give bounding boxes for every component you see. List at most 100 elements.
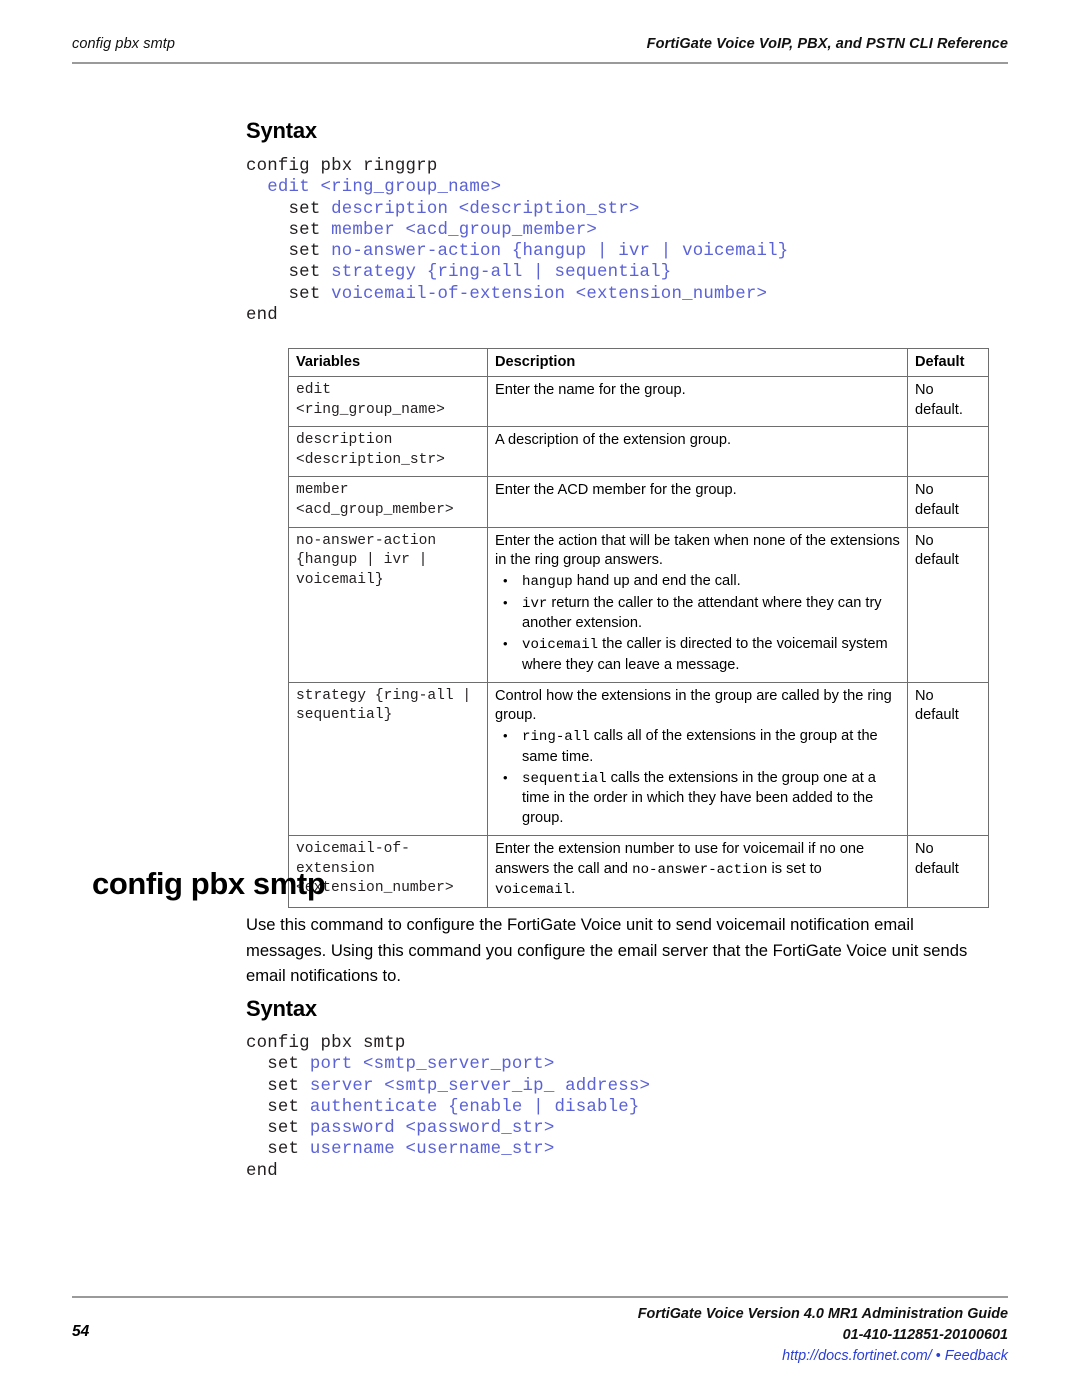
cell-variable: edit <ring_group_name> [288,375,488,428]
code-text: set [246,284,332,304]
table-row: member <acd_group_member> Enter the ACD me… [288,476,989,528]
table-row: description <description_str> A descriptio… [288,426,989,478]
footer-doc-id: 01-410-112851-20100601 [842,1327,1008,1343]
description-text: is set to [767,860,822,877]
code-line: set strategy {ring-all | sequential} [246,262,788,283]
table-row: edit <ring_group_name> Enter the name for … [288,375,989,428]
page-number: 54 [72,1323,90,1340]
description-text: . [571,881,576,898]
cell-default: No default [907,526,989,683]
description-text: Control how the extensions in the group … [495,687,892,724]
code-text: set [246,1055,310,1075]
code-text: set [246,1097,310,1117]
code-keyword: voicemail-of-extension <extension_number… [331,284,768,304]
code-keyword: server <smtp_server_ip_ address> [309,1076,651,1096]
cell-default: No default [907,681,989,836]
cell-description: Enter the extension number to use for vo… [487,834,908,908]
page-footer: 54 FortiGate Voice Version 4.0 MR1 Admin… [72,1304,1008,1367]
code-keyword: member <acd_group_member> [331,220,597,240]
cell-variable: no-answer-action {hangup | ivr | voicemail… [288,526,488,683]
running-header-right: FortiGate Voice VoIP, PBX, and PSTN CLI … [646,36,1008,52]
code-line: set port <smtp_server_port> [246,1054,650,1075]
code-line: set description <description_str> [246,199,788,220]
code-text: set [246,1076,310,1096]
footer-divider [72,1296,1008,1298]
footer-docs-link[interactable]: http://docs.fortinet.com/ [782,1348,932,1364]
variables-table: Variables Description Default edit <ring_… [288,348,989,908]
column-header-default: Default [907,348,989,377]
cell-description: Enter the action that will be taken when… [487,526,908,683]
footer-feedback-link[interactable]: Feedback [945,1348,1008,1364]
code-line: set authenticate {enable | disable} [246,1097,650,1118]
cell-variable: member <acd_group_member> [288,476,488,528]
code-line: end [246,305,788,326]
table-row: no-answer-action {hangup | ivr | voicemail… [288,526,989,683]
code-keyword: edit <ring_group_name> [267,178,502,198]
code-line: config pbx smtp [246,1033,650,1054]
code-line: end [246,1161,650,1182]
code-keyword: password <password_str> [309,1119,555,1139]
code-text: set [246,1140,310,1160]
description-text: A description of the extension group. [495,432,732,449]
footer-guide-title: FortiGate Voice Version 4.0 MR1 Administ… [637,1306,1008,1322]
header-divider [72,62,1008,64]
description-text: Enter the ACD member for the group. [495,482,737,499]
cell-description: Enter the name for the group. [487,375,908,428]
cell-default: No default [907,476,989,528]
cell-default [907,426,989,478]
cell-description: Enter the ACD member for the group. [487,476,908,528]
description-text: Enter the name for the group. [495,382,686,398]
running-header: config pbx smtp FortiGate Voice VoIP, PB… [72,36,1008,62]
code-line: set server <smtp_server_ip_ address> [246,1076,650,1097]
intro-paragraph: Use this command to configure the FortiG… [246,915,968,985]
code-text: set [246,263,332,283]
code-keyword: authenticate {enable | disable} [309,1097,640,1117]
code-keyword: strategy {ring-all | sequential} [331,263,672,283]
column-header-variables: Variables [288,348,488,377]
code-text: config pbx smtp [246,1034,406,1053]
code-text: set [246,1119,310,1139]
code-block-smtp: config pbx smtp set port <smtp_server_po… [246,1033,650,1182]
table-row: voicemail-of-extension <extension_number>… [288,834,989,908]
code-text: set [246,242,332,262]
running-header-left: config pbx smtp [72,36,176,52]
inline-code: hangup [522,573,573,590]
code-line: edit <ring_group_name> [246,177,788,198]
code-keyword: no-answer-action {hangup | ivr | voicema… [331,242,789,262]
code-line: config pbx ringgrp [246,156,788,177]
code-text: set [246,220,332,240]
table-header-row: Variables Description Default [288,348,989,377]
code-line: set no-answer-action {hangup | ivr | voi… [246,241,789,262]
inline-code: sequential [522,770,607,787]
inline-code: no-answer-action [632,861,768,878]
code-text: end [246,306,278,326]
bullet-item: hangup hand up and end the call. [495,571,900,593]
inline-code: ivr [522,595,548,612]
description-bullet-list: ring-all calls all of the extensions in … [495,726,900,829]
cell-variable: description <description_str> [288,426,488,478]
code-keyword: username <username_str> [309,1140,555,1160]
code-line: set username <username_str> [246,1139,650,1160]
code-text: end [246,1161,278,1181]
code-keyword: port <smtp_server_port> [309,1055,555,1075]
bullet-item: voicemail the caller is directed to the … [495,634,900,676]
code-text: config pbx ringgrp [246,157,438,176]
footer-separator: • [931,1348,945,1364]
inline-code: ring-all [522,728,590,745]
cell-description: A description of the extension group. [487,426,908,478]
bullet-item: ivr return the caller to the attendant w… [495,593,900,635]
inline-code: voicemail [495,882,572,899]
description-bullet-list: hangup hand up and end the call.ivr retu… [495,571,900,676]
bullet-text: return the caller to the attendant where… [522,594,882,632]
code-block-ringgrp: config pbx ringgrp edit <ring_group_name… [246,156,788,326]
code-line: set password <password_str> [246,1118,650,1139]
cell-variable: strategy {ring-all | sequential} [288,681,488,836]
code-text: set [246,199,332,219]
bullet-item: ring-all calls all of the extensions in … [495,726,900,768]
code-line: set voicemail-of-extension <extension_nu… [246,284,788,305]
description-text: Enter the action that will be taken when… [495,532,900,569]
table-row: strategy {ring-all | sequential} Control h… [288,681,989,836]
syntax-heading-ringgrp: Syntax [246,118,317,143]
cell-default: No default [907,834,989,908]
